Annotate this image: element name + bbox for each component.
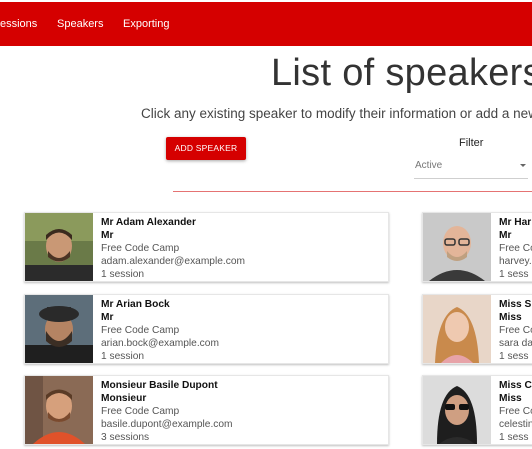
speaker-organization: Free Co bbox=[499, 406, 532, 417]
speaker-avatar bbox=[25, 295, 93, 363]
speaker-honorific: Miss bbox=[499, 312, 522, 323]
speaker-session-count: 1 sess bbox=[499, 269, 529, 280]
speaker-email: basile.dupont@example.com bbox=[101, 419, 233, 430]
nav-item-speakers[interactable]: Speakers bbox=[57, 2, 103, 46]
speaker-organization: Free Code Camp bbox=[101, 325, 180, 336]
speaker-avatar bbox=[25, 376, 93, 444]
speaker-organization: Free Co bbox=[499, 243, 532, 254]
speaker-session-count: 1 sess bbox=[499, 432, 529, 443]
speaker-avatar bbox=[423, 295, 491, 363]
speaker-session-count: 1 session bbox=[101, 351, 145, 362]
filter-select[interactable]: Active bbox=[414, 154, 528, 179]
speaker-name: Mr Arian Bock bbox=[101, 299, 170, 310]
speaker-email: sara da bbox=[499, 338, 532, 349]
speaker-organization: Free Code Camp bbox=[101, 406, 180, 417]
speaker-card[interactable]: Mr Arian Bock Mr Free Code Camp arian.bo… bbox=[24, 294, 389, 364]
speaker-email: celestin bbox=[499, 419, 532, 430]
speaker-email: harvey. bbox=[499, 256, 532, 267]
speaker-honorific: Mr bbox=[499, 230, 512, 241]
speaker-name: Monsieur Basile Dupont bbox=[101, 380, 218, 391]
page-title: List of speakers bbox=[271, 52, 532, 94]
speaker-name: Mr Adam Alexander bbox=[101, 217, 196, 228]
speaker-session-count: 1 sess bbox=[499, 351, 529, 362]
speaker-card[interactable]: Miss C Miss Free Co celestin 1 sess bbox=[422, 375, 532, 445]
speaker-card[interactable]: Mr Har Mr Free Co harvey. 1 sess bbox=[422, 212, 532, 282]
speaker-honorific: Mr bbox=[101, 230, 114, 241]
top-navbar: essions Speakers Exporting bbox=[0, 2, 532, 46]
divider bbox=[173, 191, 532, 192]
speaker-honorific: Monsieur bbox=[101, 393, 147, 404]
speaker-email: adam.alexander@example.com bbox=[101, 256, 245, 267]
nav-item-sessions[interactable]: essions bbox=[0, 2, 37, 46]
speaker-email: arian.bock@example.com bbox=[101, 338, 219, 349]
nav-item-exporting[interactable]: Exporting bbox=[123, 2, 169, 46]
speaker-honorific: Miss bbox=[499, 393, 522, 404]
caret-down-icon bbox=[520, 164, 526, 167]
add-speaker-button[interactable]: ADD SPEAKER bbox=[166, 137, 246, 160]
speaker-organization: Free Code Camp bbox=[101, 243, 180, 254]
speaker-card[interactable]: Mr Adam Alexander Mr Free Code Camp adam… bbox=[24, 212, 389, 282]
speaker-name: Miss C bbox=[499, 380, 532, 391]
speaker-organization: Free Co bbox=[499, 325, 532, 336]
speaker-session-count: 3 sessions bbox=[101, 432, 150, 443]
speaker-avatar bbox=[423, 376, 491, 444]
speaker-session-count: 1 session bbox=[101, 269, 145, 280]
speaker-avatar bbox=[25, 213, 93, 281]
page-subtitle: Click any existing speaker to modify the… bbox=[141, 106, 532, 121]
speaker-card[interactable]: Miss S Miss Free Co sara da 1 sess bbox=[422, 294, 532, 364]
speaker-name: Miss S bbox=[499, 299, 532, 310]
filter-label: Filter bbox=[459, 137, 484, 149]
speaker-card[interactable]: Monsieur Basile Dupont Monsieur Free Cod… bbox=[24, 375, 389, 445]
speaker-name: Mr Har bbox=[499, 217, 532, 228]
speaker-honorific: Mr bbox=[101, 312, 114, 323]
speaker-avatar bbox=[423, 213, 491, 281]
filter-selected-value: Active bbox=[415, 160, 443, 171]
